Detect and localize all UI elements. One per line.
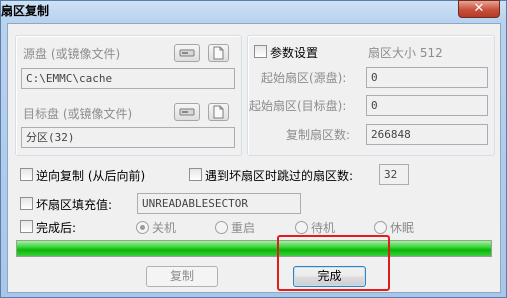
after-complete-checkbox[interactable] — [20, 220, 33, 233]
skip-count-field[interactable]: 32 — [379, 164, 409, 185]
progress-fill — [17, 241, 491, 256]
start-sector-source-field[interactable]: 0 — [366, 67, 488, 88]
file-icon — [213, 105, 224, 119]
window-title: 扇区复制 — [1, 4, 50, 18]
target-label: 目标盘 (或镜像文件) — [23, 107, 133, 121]
skip-bad-sectors-label: 遇到坏扇区时跳过的扇区数: — [205, 169, 354, 183]
standby-label: 待机 — [311, 221, 336, 235]
close-button[interactable]: ✕ — [458, 0, 500, 18]
hibernate-radio[interactable] — [374, 221, 387, 234]
file-icon — [213, 46, 224, 60]
disk-drive-icon — [179, 49, 195, 57]
sector-copy-window: 扇区复制 ✕ 源盘 (或镜像文件) C:\EMMC\cache 目标盘 (或镜像… — [0, 0, 507, 298]
after-complete-label: 完成后: — [36, 221, 77, 235]
restart-label: 重启 — [231, 221, 256, 235]
restart-radio[interactable] — [215, 221, 228, 234]
parameters-label: 参数设置 — [270, 46, 319, 60]
dialog-body: 源盘 (或镜像文件) C:\EMMC\cache 目标盘 (或镜像文件) 分区(… — [7, 23, 501, 293]
start-sector-source-label: 起始扇区(源盘): — [261, 71, 347, 85]
target-disk-button[interactable] — [174, 103, 200, 121]
hibernate-label: 休眠 — [390, 221, 415, 235]
parameters-checkbox[interactable] — [254, 45, 267, 58]
start-sector-target-label: 起始扇区(目标盘): — [249, 99, 347, 113]
target-file-button[interactable] — [208, 103, 229, 121]
skip-bad-sectors-checkbox[interactable] — [189, 168, 202, 181]
red-highlight-box — [277, 235, 390, 291]
fill-value-label: 坏扇区填充值: — [36, 198, 113, 212]
fill-value-checkbox[interactable] — [20, 197, 33, 210]
reverse-copy-checkbox[interactable] — [20, 168, 33, 181]
sector-size-label: 扇区大小 512 — [368, 46, 443, 60]
source-path-field[interactable]: C:\EMMC\cache — [21, 68, 235, 89]
copy-button[interactable]: 复制 — [146, 266, 218, 287]
shutdown-label: 关机 — [152, 221, 177, 235]
start-sector-target-field[interactable]: 0 — [366, 95, 488, 116]
source-disk-button[interactable] — [174, 44, 200, 62]
disk-drive-icon — [179, 108, 195, 116]
source-file-button[interactable] — [208, 44, 229, 62]
progress-bar — [16, 240, 492, 257]
standby-radio[interactable] — [295, 221, 308, 234]
target-path-field[interactable]: 分区(32) — [21, 127, 235, 148]
shutdown-radio[interactable] — [136, 221, 149, 234]
reverse-copy-label: 逆向复制 (从后向前) — [36, 169, 146, 183]
source-label: 源盘 (或镜像文件) — [23, 47, 121, 61]
sector-count-label: 复制扇区数: — [286, 128, 351, 142]
sector-count-field[interactable]: 266848 — [366, 124, 488, 145]
title-bar[interactable]: 扇区复制 ✕ — [1, 0, 506, 23]
fill-value-field[interactable]: UNREADABLESECTOR — [137, 193, 301, 214]
